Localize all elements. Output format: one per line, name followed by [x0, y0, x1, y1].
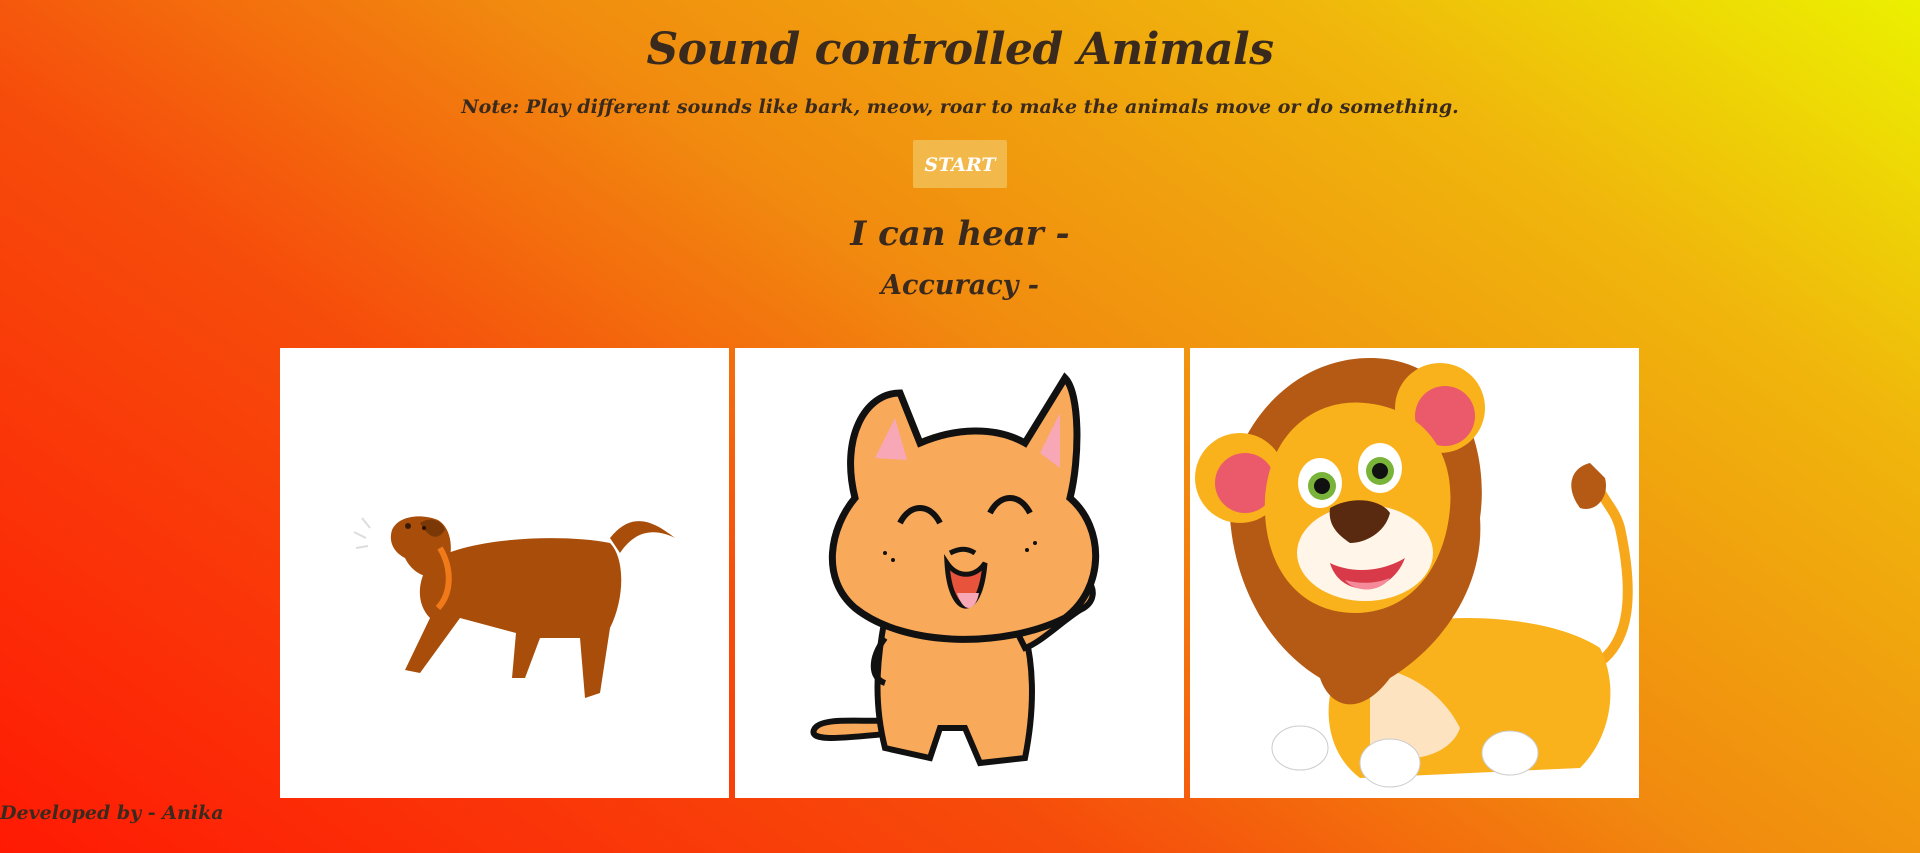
page: Sound controlled Animals Note: Play diff…	[0, 0, 1920, 853]
start-button[interactable]: START	[913, 140, 1007, 188]
cat-image	[735, 348, 1184, 798]
instruction-note: Note: Play different sounds like bark, m…	[461, 96, 1459, 118]
cat-illustration	[810, 372, 1100, 767]
accuracy-label: Accuracy -	[881, 270, 1039, 301]
developer-credit: Developed by - Anika	[0, 802, 224, 824]
dog-illustration	[353, 516, 675, 698]
dog-image	[280, 348, 729, 798]
lion-illustration	[1195, 358, 1633, 788]
lion-image	[1190, 348, 1639, 798]
heard-sound-label: I can hear -	[850, 214, 1070, 254]
page-title: Sound controlled Animals	[646, 24, 1274, 75]
